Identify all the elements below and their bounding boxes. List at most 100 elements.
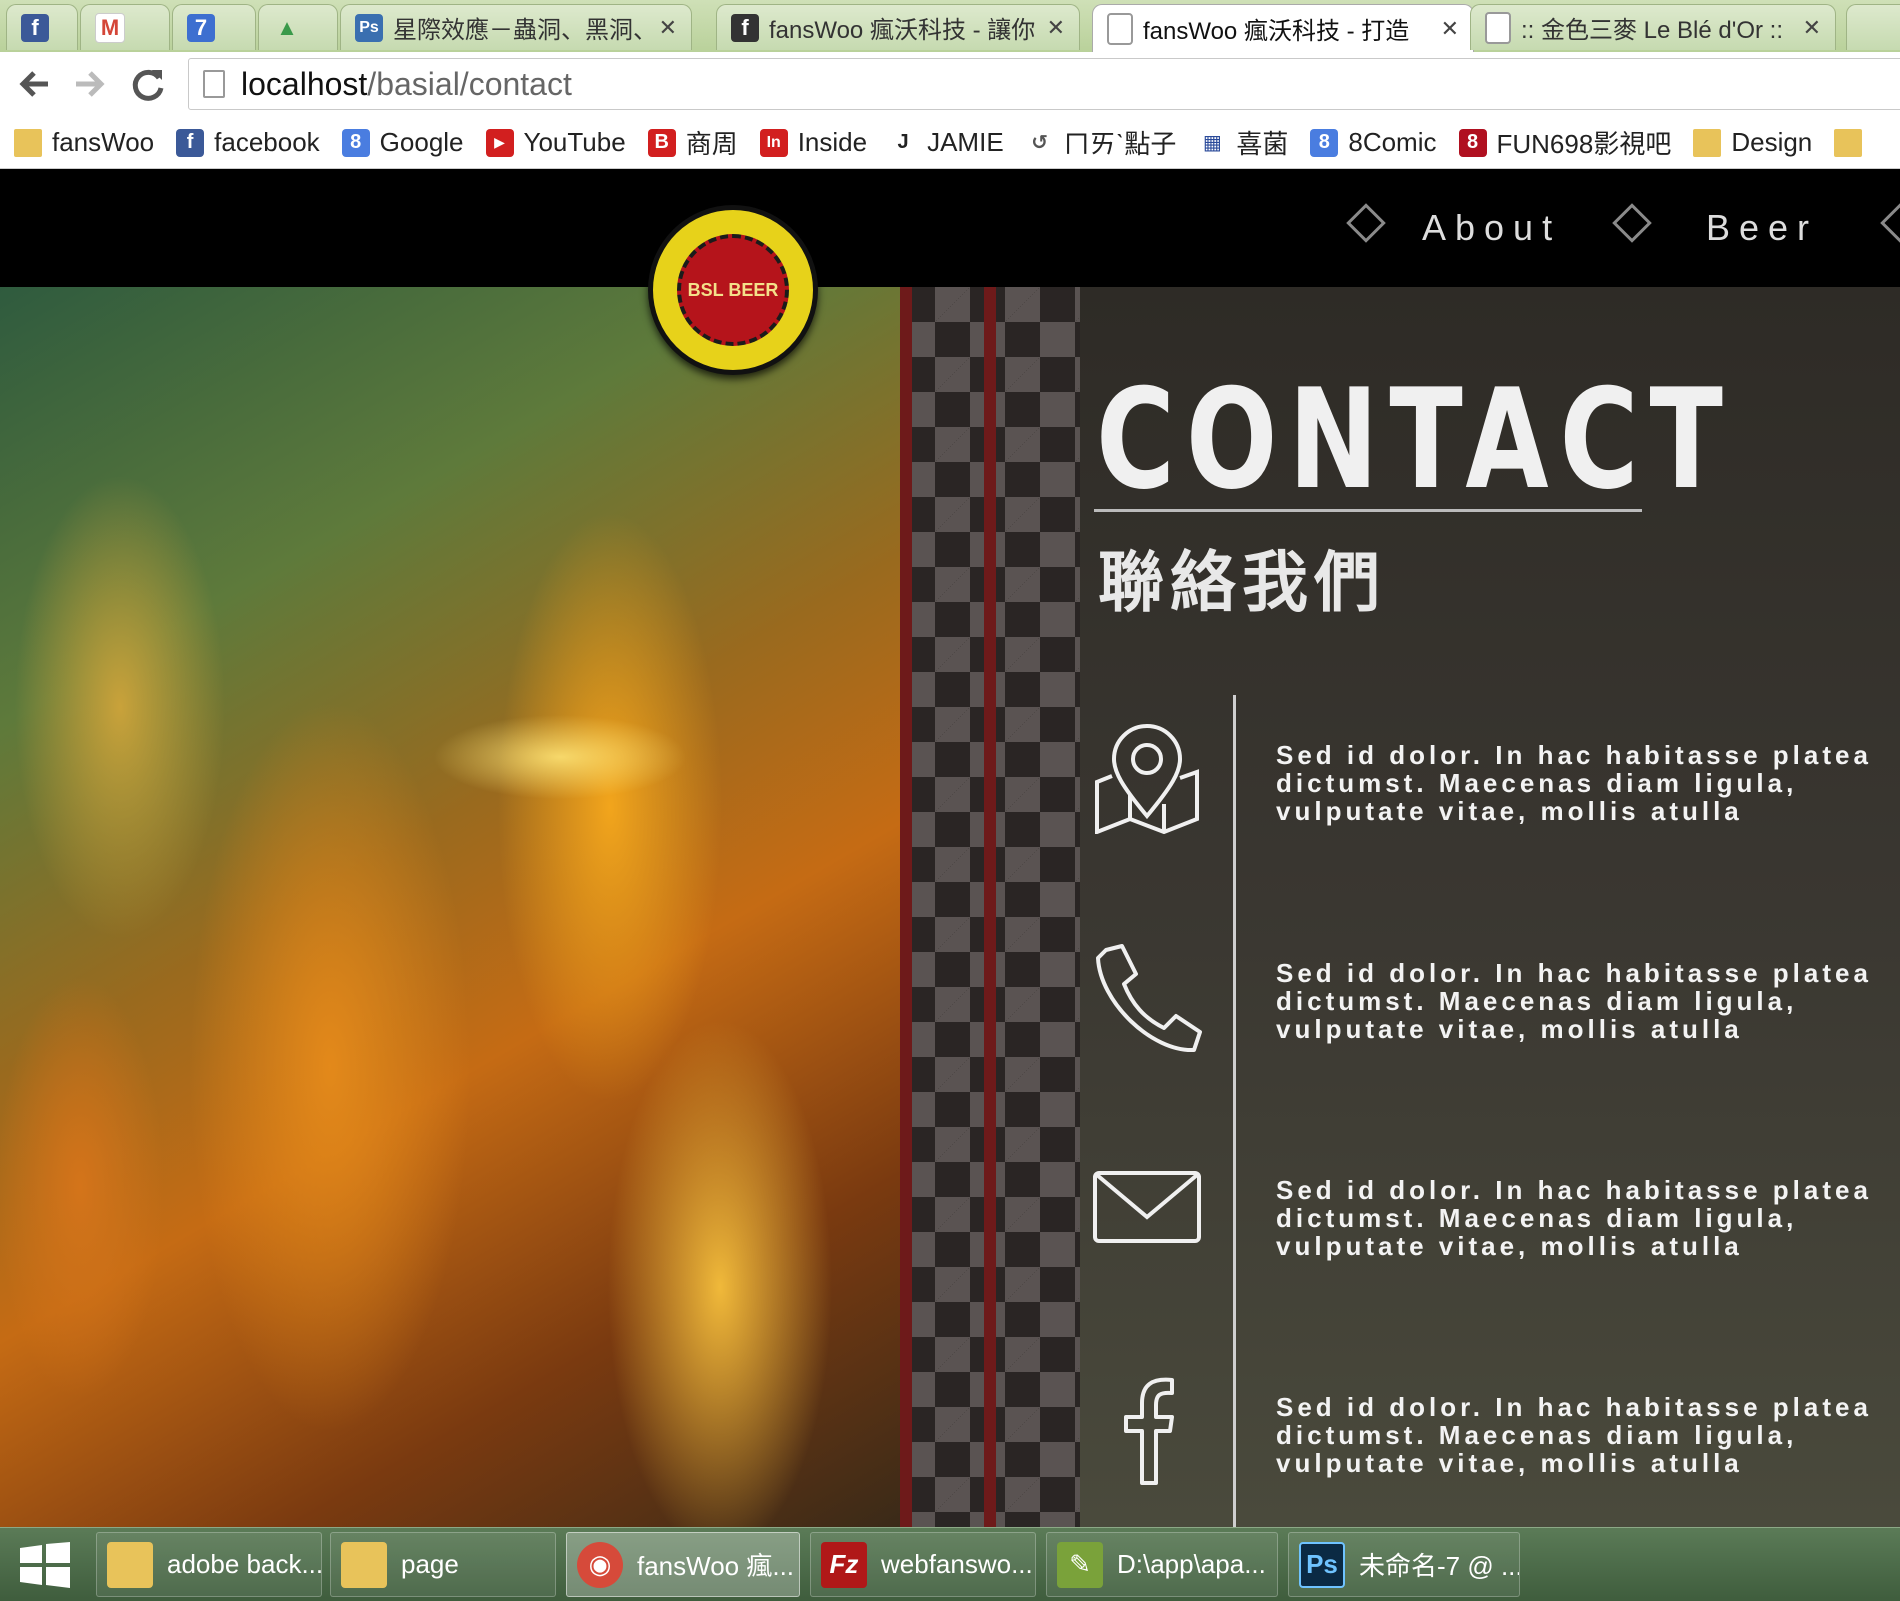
folder-icon	[107, 1541, 153, 1588]
tab-title: :: 金色三麥 Le Blé d'Or ::	[1521, 17, 1783, 44]
arrow-right-icon	[76, 71, 105, 97]
bookmark-design[interactable]: Design	[1693, 127, 1812, 158]
contact-phone-text: Sed id dolor. In hac habitasse platea di…	[1276, 958, 1872, 1044]
tab-title: fansWoo 瘋沃科技 - 打造	[1143, 18, 1410, 45]
bookmark-label: facebook	[214, 127, 320, 157]
site-navbar: About Beer	[0, 169, 1900, 287]
bookmark-label: Design	[1731, 127, 1813, 157]
diamond-icon	[1880, 203, 1900, 243]
bookmark-fun698[interactable]: 8 FUN698影視吧	[1458, 124, 1672, 161]
bookmark-facebook[interactable]: f facebook	[176, 127, 320, 158]
page-icon	[1485, 11, 1511, 44]
google-icon: 8	[1310, 128, 1339, 157]
filezilla-icon: Fz	[821, 1541, 867, 1588]
photoshop-icon: Ps	[1299, 1541, 1345, 1588]
taskbar-label: D:\app\apa...	[1117, 1549, 1266, 1579]
bookmark-folder-more[interactable]	[1834, 128, 1863, 157]
back-button[interactable]	[14, 64, 54, 104]
wheat-hero-image	[0, 287, 900, 1527]
facebook-icon: f	[731, 13, 759, 42]
jamie-icon: J	[889, 128, 918, 157]
nav-link-beer[interactable]: Beer	[1706, 207, 1818, 249]
drive-icon: ▲	[276, 14, 298, 40]
bw-icon: B	[647, 128, 676, 157]
bookmark-google[interactable]: 8 Google	[341, 127, 464, 158]
taskbar-label: adobe back...	[167, 1549, 322, 1579]
bookmark-label: Inside	[797, 127, 868, 157]
close-icon[interactable]: ✕	[1047, 15, 1065, 41]
facebook-icon: f	[176, 128, 205, 157]
taskbar-item-filezilla[interactable]: Fz webfanswo...	[810, 1532, 1036, 1597]
bookmark-8comic[interactable]: 8 8Comic	[1310, 127, 1437, 158]
folder-icon	[14, 128, 42, 157]
windows-start-icon[interactable]	[18, 1542, 72, 1588]
tab-gmail[interactable]: M	[80, 4, 170, 50]
tab-fanswoo-1[interactable]: f fansWoo 瘋沃科技 - 讓你 ✕	[716, 4, 1080, 50]
taskbar-item-chrome[interactable]: ◉ fansWoo 瘋...	[566, 1532, 800, 1597]
taskbar-label: webfanswo...	[881, 1549, 1033, 1579]
fun698-icon: 8	[1458, 128, 1487, 157]
inside-icon: In	[759, 128, 788, 157]
red-stripe	[900, 287, 912, 1527]
vertical-divider	[1233, 695, 1236, 1527]
diamond-icon	[1612, 203, 1652, 243]
tab-le-ble-dor[interactable]: :: 金色三麥 Le Blé d'Or :: ✕	[1470, 4, 1836, 50]
tab-facebook[interactable]: f	[6, 4, 78, 50]
bookmark-label: ㄇㄞˋ點子	[1063, 129, 1177, 159]
page-icon	[203, 70, 225, 98]
nav-link-about[interactable]: About	[1422, 207, 1561, 249]
tab-title: fansWoo 瘋沃科技 - 讓你	[769, 17, 1036, 44]
logo-emblem: BSL BEER	[677, 234, 789, 346]
tab-drive[interactable]: ▲	[258, 4, 338, 50]
bookmarks-bar: fansWoo f facebook 8 Google ▶ YouTube B 商周 I…	[0, 117, 1900, 169]
close-icon[interactable]: ✕	[1803, 15, 1821, 41]
taskbar-item-photoshop[interactable]: Ps 未命名-7 @ ...	[1288, 1532, 1520, 1597]
bookmark-businessweekly[interactable]: B 商周	[647, 124, 738, 161]
mail-icon	[1093, 1171, 1201, 1243]
calendar-icon: 7	[187, 13, 215, 42]
facebook-icon: f	[21, 13, 49, 42]
bookmark-youtube[interactable]: ▶ YouTube	[485, 127, 626, 158]
windows-taskbar: adobe back... page ◉ fansWoo 瘋... Fz web…	[0, 1527, 1900, 1601]
website-viewport: About Beer BSL BEER CONTACT 聯絡我們 Sed id …	[0, 169, 1900, 1527]
new-tab-button[interactable]	[1846, 4, 1900, 50]
taskbar-item-adobe-backup[interactable]: adobe back...	[96, 1532, 322, 1597]
google-icon: 8	[341, 128, 370, 157]
chrome-icon: ◉	[577, 1541, 623, 1588]
close-icon[interactable]: ✕	[659, 15, 677, 41]
bookmark-label: fansWoo	[52, 127, 155, 157]
taskbar-label: 未命名-7 @ ...	[1359, 1551, 1520, 1581]
forward-button[interactable]	[70, 64, 110, 104]
page-icon	[1107, 12, 1133, 45]
bookmark-inside[interactable]: In Inside	[759, 127, 868, 158]
bookmark-fanswoo[interactable]: fansWoo	[14, 127, 154, 158]
bookmark-label: FUN698影視吧	[1496, 129, 1672, 159]
address-bar[interactable]: localhost/basial/contact	[188, 58, 1900, 110]
taskbar-label: page	[401, 1549, 459, 1579]
bookmark-maidianzi[interactable]: ↺ ㄇㄞˋ點子	[1025, 124, 1177, 161]
reload-button[interactable]	[128, 64, 168, 104]
tab-calendar[interactable]: 7	[172, 4, 256, 50]
bookmark-xijun[interactable]: ▦ 喜菌	[1198, 124, 1288, 161]
reload-icon	[132, 69, 164, 101]
taskbar-item-notepad[interactable]: ✎ D:\app\apa...	[1046, 1532, 1278, 1597]
brand-logo[interactable]: BSL BEER	[648, 205, 818, 375]
tab-interstellar[interactable]: Ps 星際效應－蟲洞、黑洞、 ✕	[340, 4, 692, 50]
bookmark-label: Google	[379, 127, 464, 157]
phone-icon	[1096, 944, 1202, 1053]
logo-text: BSL BEER	[687, 280, 779, 300]
bookmark-jamie[interactable]: J JAMIE	[889, 127, 1004, 158]
youtube-icon: ▶	[485, 128, 514, 157]
folder-icon	[341, 1541, 387, 1588]
close-icon[interactable]: ✕	[1441, 16, 1459, 42]
tab-title: 星際效應－蟲洞、黑洞、	[393, 17, 649, 44]
bookmark-label: 喜菌	[1236, 129, 1289, 159]
folder-icon	[1834, 128, 1863, 157]
map-pin-icon	[1095, 724, 1199, 834]
tab-fanswoo-active[interactable]: fansWoo 瘋沃科技 - 打造 ✕	[1092, 4, 1474, 52]
page-title: CONTACT	[1096, 359, 1734, 520]
tab-strip: f M 7 ▲ Ps 星際效應－蟲洞、黑洞、 ✕ f fansWoo 瘋沃科技 …	[0, 0, 1900, 52]
bookmark-label: YouTube	[523, 127, 626, 157]
taskbar-item-page[interactable]: page	[330, 1532, 556, 1597]
contact-address-text: Sed id dolor. In hac habitasse platea di…	[1276, 740, 1872, 826]
